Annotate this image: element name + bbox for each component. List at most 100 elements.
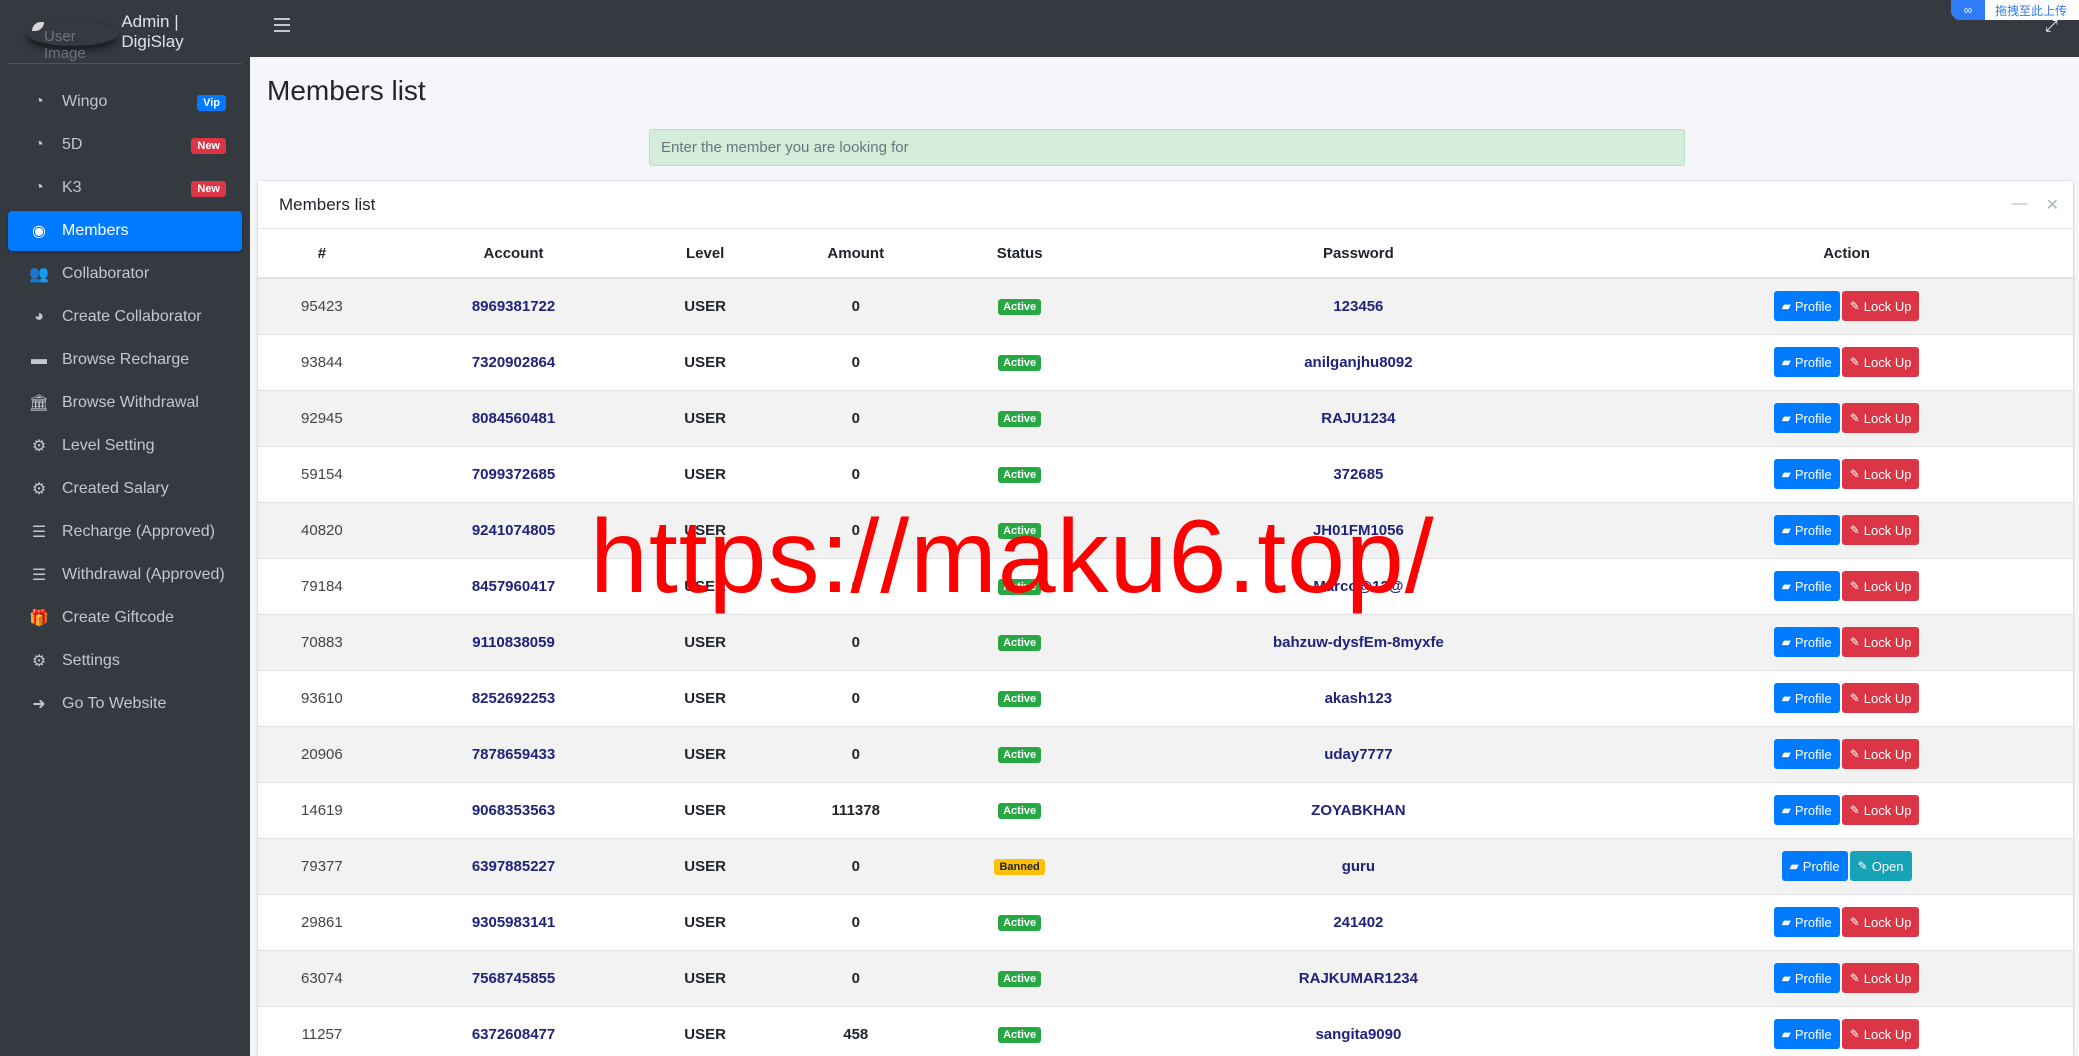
account-cell: 9110838059 <box>385 613 642 670</box>
profile-button[interactable]: ▰ Profile <box>1773 1019 1840 1050</box>
lock-up-button[interactable]: ✎ Lock Up <box>1841 459 1920 489</box>
sidebar-item-label: Go To Website <box>62 695 167 712</box>
sidebar-item-withdrawal-approved[interactable]: ☰ Withdrawal (Approved) <box>8 555 242 595</box>
folder-icon: ▰ <box>1781 691 1791 705</box>
profile-button[interactable]: ▰ Profile <box>1773 347 1840 377</box>
member-id-cell: 79184 <box>258 557 386 614</box>
sidebar-item-5d[interactable]: ◔ 5D New <box>8 125 242 165</box>
lock-up-button[interactable]: ✎ Lock Up <box>1841 403 1920 433</box>
button-label: Lock Up <box>1863 802 1912 818</box>
profile-button[interactable]: ▰ Profile <box>1773 571 1840 601</box>
profile-button[interactable]: ▰ Profile <box>1773 907 1840 937</box>
level-cell: USER <box>641 1005 769 1056</box>
action-cell: ▰ Profile ✎ Lock Up <box>1620 613 2073 670</box>
sidebar-item-browse-recharge[interactable]: ▬ Browse Recharge <box>8 340 242 380</box>
list-icon: ☰ <box>31 524 47 541</box>
sidebar-item-settings[interactable]: ⚙ Settings <box>8 641 242 681</box>
pencil-icon: ✎ <box>1849 355 1860 369</box>
sidebar-item-create-giftcode[interactable]: 🎁 Create Giftcode <box>8 598 242 638</box>
sidebar-item-label: Settings <box>62 652 120 669</box>
lock-up-button[interactable]: ✎ Lock Up <box>1841 683 1920 713</box>
button-label: Lock Up <box>1863 690 1912 706</box>
sidebar-item-k3[interactable]: ◔ K3 New <box>8 168 242 208</box>
cogs-icon: ⚙ <box>31 481 47 498</box>
table-row: 29861 9305983141 USER 0 Active 241402 ▰ Profile… <box>258 893 2073 950</box>
lock-up-button[interactable]: ✎ Lock Up <box>1841 739 1920 769</box>
gift-icon: 🎁 <box>29 610 49 627</box>
nav-badge: Vip <box>197 95 226 111</box>
profile-button[interactable]: ▰ Profile <box>1773 795 1840 825</box>
card-tools: — ✕ <box>2012 195 2059 215</box>
lock-up-button[interactable]: ✎ Lock Up <box>1841 963 1920 993</box>
fullscreen-expand-icon[interactable]: ⤢ <box>2045 18 2061 35</box>
brand-link[interactable]: User Image Admin | DigiSlay <box>8 0 242 64</box>
credit-card-icon: ▬ <box>31 351 47 368</box>
account-cell: 7878659433 <box>385 725 642 782</box>
action-cell: ▰ Profile ✎ Lock Up <box>1620 725 2073 782</box>
account-cell: 7099372685 <box>385 445 642 502</box>
members-table: # Account Level Amount Status Password Action … <box>258 229 2073 1056</box>
amount-cell: 0 <box>768 613 943 670</box>
status-cell: Active <box>942 949 1097 1006</box>
profile-button[interactable]: ▰ Profile <box>1773 739 1840 769</box>
pencil-icon: ✎ <box>1849 299 1860 314</box>
sidebar-item-wingo[interactable]: ◔ Wingo Vip <box>8 82 242 122</box>
status-badge: Active <box>998 803 1042 819</box>
account-cell: 8969381722 <box>385 277 642 334</box>
sidebar-item-label: Members <box>62 222 129 239</box>
profile-button[interactable]: ▰ Profile <box>1773 403 1840 433</box>
close-icon[interactable]: ✕ <box>2046 195 2059 215</box>
brand-logo: User Image <box>28 16 115 62</box>
profile-button[interactable]: ▰ Profile <box>1773 963 1840 993</box>
minimize-icon[interactable]: — <box>2012 195 2028 215</box>
action-cell: ▰ Profile ✎ Lock Up <box>1620 445 2073 502</box>
upload-extension-widget[interactable]: ∞ 拖拽至此上传 <box>1951 0 2079 20</box>
profile-button[interactable]: ▰ Profile <box>1773 627 1840 657</box>
sidebar-item-created-salary[interactable]: ⚙ Created Salary <box>8 469 242 509</box>
sidebar-item-create-collaborator[interactable]: ◕ Create Collaborator <box>8 297 242 337</box>
lock-up-button[interactable]: ✎ Lock Up <box>1841 571 1920 601</box>
sidebar-item-recharge-approved[interactable]: ☰ Recharge (Approved) <box>8 512 242 552</box>
level-cell: USER <box>641 389 769 446</box>
folder-icon: ▰ <box>1781 1027 1791 1042</box>
lock-up-button[interactable]: ✎ Lock Up <box>1841 347 1920 377</box>
status-cell: Active <box>942 389 1097 446</box>
brand-logo-alt: User Image <box>44 27 86 62</box>
status-badge: Active <box>998 411 1042 427</box>
button-label: Profile <box>1794 802 1832 818</box>
folder-icon: ▰ <box>1789 859 1799 873</box>
status-badge: Active <box>998 971 1042 987</box>
account-cell: 7320902864 <box>385 333 642 390</box>
hamburger-menu-icon[interactable] <box>274 18 290 32</box>
member-search-input[interactable] <box>649 129 1685 166</box>
sidebar-item-collaborator[interactable]: 👥 Collaborator <box>8 254 242 294</box>
lock-up-button[interactable]: ✎ Lock Up <box>1841 1019 1920 1050</box>
sidebar-item-members[interactable]: ◉ Members <box>8 211 242 251</box>
column-header: Action <box>1620 229 2073 279</box>
sidebar-item-level-setting[interactable]: ⚙ Level Setting <box>8 426 242 466</box>
sidebar-item-browse-withdrawal[interactable]: 🏛 Browse Withdrawal <box>8 383 242 423</box>
lock-up-button[interactable]: ✎ Lock Up <box>1841 515 1920 545</box>
nav-badge: New <box>191 181 226 197</box>
member-id-cell: 59154 <box>258 445 386 502</box>
pencil-icon: ✎ <box>1849 691 1860 705</box>
column-header: Password <box>1096 229 1621 279</box>
profile-button[interactable]: ▰ Profile <box>1773 515 1840 545</box>
dashboard-gauge-icon: ◔ <box>34 93 44 110</box>
cloud-link-icon: ∞ <box>1951 0 1985 20</box>
lock-up-button[interactable]: ✎ Lock Up <box>1841 627 1920 657</box>
dashboard-gauge-icon: ◔ <box>34 179 44 196</box>
lock-up-button[interactable]: ✎ Lock Up <box>1841 907 1920 937</box>
extension-label: 拖拽至此上传 <box>1995 3 2068 18</box>
button-label: Lock Up <box>1863 970 1912 986</box>
profile-button[interactable]: ▰ Profile <box>1773 459 1840 489</box>
folder-icon: ▰ <box>1781 355 1791 369</box>
table-row: 70883 9110838059 USER 0 Active bahzuw-dysfEm-… <box>258 613 2073 670</box>
lock-up-button[interactable]: ✎ Lock Up <box>1841 291 1920 322</box>
sidebar-item-go-to-website[interactable]: ➜ Go To Website <box>8 684 242 724</box>
open-button[interactable]: ✎ Open <box>1849 851 1912 881</box>
lock-up-button[interactable]: ✎ Lock Up <box>1841 795 1920 825</box>
profile-button[interactable]: ▰ Profile <box>1781 851 1848 881</box>
profile-button[interactable]: ▰ Profile <box>1773 291 1840 322</box>
profile-button[interactable]: ▰ Profile <box>1773 683 1840 713</box>
